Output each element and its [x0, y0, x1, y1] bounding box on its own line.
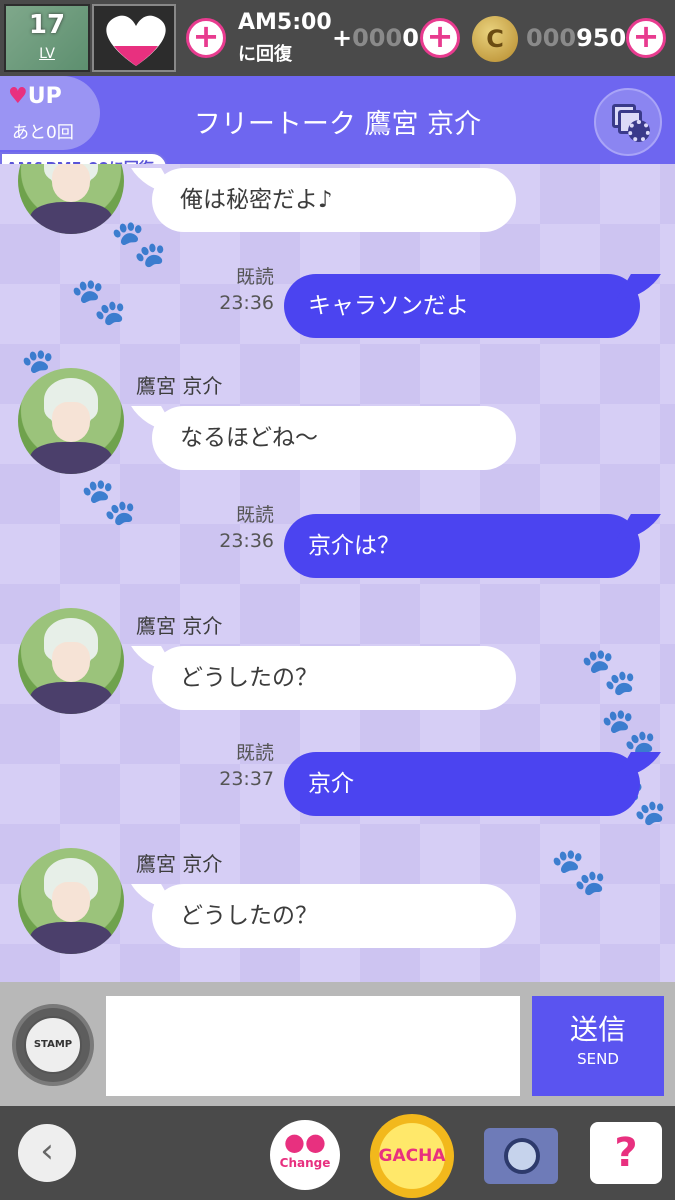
- camera-button[interactable]: [484, 1128, 558, 1184]
- avatar-face: [52, 402, 90, 442]
- camera-icon: [504, 1138, 540, 1174]
- level-number: 17: [28, 10, 66, 40]
- read-status: 既読 23:36: [214, 264, 274, 316]
- up-label: ♥UP: [8, 84, 62, 109]
- up-remaining: あと0回: [12, 123, 74, 143]
- page-title: フリートーク 鷹宮 京介: [193, 109, 482, 140]
- heart-count: +0000: [332, 24, 419, 52]
- message-bubble-sent[interactable]: 京介は？: [284, 514, 640, 578]
- heart-count-value: 0: [402, 24, 419, 52]
- back-button[interactable]: ‹: [18, 1124, 76, 1182]
- bottom-nav: ‹ ●● Change GACHA ?: [0, 1106, 675, 1200]
- add-item-button[interactable]: +: [420, 18, 460, 58]
- avatar-coat: [30, 682, 112, 714]
- avatar-face: [52, 642, 90, 682]
- stamp-button[interactable]: STAMP: [12, 1004, 94, 1086]
- add-heart-button[interactable]: +: [186, 18, 226, 58]
- avatar-coat: [30, 922, 112, 954]
- avatar-coat: [30, 202, 112, 234]
- gear-icon: [628, 120, 650, 142]
- coin-count-value: 950: [576, 24, 627, 52]
- message-bubble-sent[interactable]: キャラソンだよ: [284, 274, 640, 338]
- add-coin-button[interactable]: +: [626, 18, 666, 58]
- affection-up-badge[interactable]: ♥UP あと0回: [0, 76, 100, 150]
- recover-time: AM5:00: [238, 10, 332, 35]
- message-bubble-sent[interactable]: 京介: [284, 752, 640, 816]
- heart-icon: [106, 15, 166, 66]
- cat-mask-icon: ●●: [284, 1128, 326, 1156]
- paw-icon: 🐾: [550, 844, 608, 898]
- send-label-en: SEND: [577, 1050, 619, 1068]
- heart-count-padding: 000: [352, 24, 403, 52]
- stamp-icon: STAMP: [24, 1016, 82, 1074]
- send-button[interactable]: 送信 SEND: [532, 996, 664, 1096]
- heart-gauge: [92, 4, 176, 72]
- avatar[interactable]: [18, 164, 124, 234]
- paw-icon: 🐾: [70, 274, 128, 328]
- coin-icon: C: [472, 16, 518, 62]
- paw-icon: 🐾: [80, 474, 138, 528]
- read-status: 既読 23:37: [214, 740, 274, 792]
- message-time: 23:36: [219, 530, 274, 552]
- message-input[interactable]: [106, 996, 520, 1096]
- change-label: Change: [279, 1156, 331, 1170]
- chat-header: フリートーク 鷹宮 京介: [0, 76, 675, 164]
- avatar[interactable]: [18, 608, 124, 714]
- send-label: 送信: [569, 1013, 626, 1046]
- read-label: 既読: [235, 266, 274, 288]
- sender-name: 鷹宮 京介: [136, 614, 223, 638]
- recover-label: に回復: [238, 44, 292, 65]
- read-status: 既読 23:36: [214, 502, 274, 554]
- paw-icon: 🐾: [580, 644, 638, 698]
- avatar[interactable]: [18, 848, 124, 954]
- up-text: UP: [27, 84, 62, 109]
- heart-count-prefix: +: [332, 24, 353, 52]
- sender-name: 鷹宮 京介: [136, 374, 223, 398]
- level-badge[interactable]: 17 LV: [4, 4, 90, 72]
- coin-count: 000950: [526, 24, 626, 52]
- chat-area[interactable]: 🐾 🐾 🐾 🐾 🐾 🐾 🐾 🐾 俺は秘密だよ♪ 既読 23:36 キャラソンだよ…: [0, 164, 675, 982]
- message-bubble-received[interactable]: なるほどね〜: [152, 406, 516, 470]
- read-label: 既読: [235, 504, 274, 526]
- help-button[interactable]: ?: [590, 1122, 662, 1184]
- paw-icon: 🐾: [110, 216, 168, 270]
- coin-count-padding: 000: [526, 24, 577, 52]
- message-time: 23:37: [219, 768, 274, 790]
- chat-settings-button[interactable]: [594, 88, 662, 156]
- sender-name: 鷹宮 京介: [136, 852, 223, 876]
- avatar-face: [52, 882, 90, 922]
- level-label: LV: [39, 46, 55, 62]
- avatar[interactable]: [18, 368, 124, 474]
- avatar-coat: [30, 442, 112, 474]
- message-time: 23:36: [219, 292, 274, 314]
- gacha-button[interactable]: GACHA: [370, 1114, 454, 1198]
- message-bubble-received[interactable]: 俺は秘密だよ♪: [152, 168, 516, 232]
- heart-icon: ♥: [8, 84, 28, 109]
- message-bubble-received[interactable]: どうしたの？: [152, 646, 516, 710]
- message-input-bar: STAMP 送信 SEND: [0, 982, 675, 1106]
- change-button[interactable]: ●● Change: [270, 1120, 340, 1190]
- status-bar: 17 LV + AM5:00 に回復 +0000 + C 000950 +: [0, 0, 675, 76]
- message-bubble-received[interactable]: どうしたの？: [152, 884, 516, 948]
- paw-icon: 🐾: [600, 704, 658, 758]
- avatar-face: [52, 164, 90, 202]
- read-label: 既読: [235, 742, 274, 764]
